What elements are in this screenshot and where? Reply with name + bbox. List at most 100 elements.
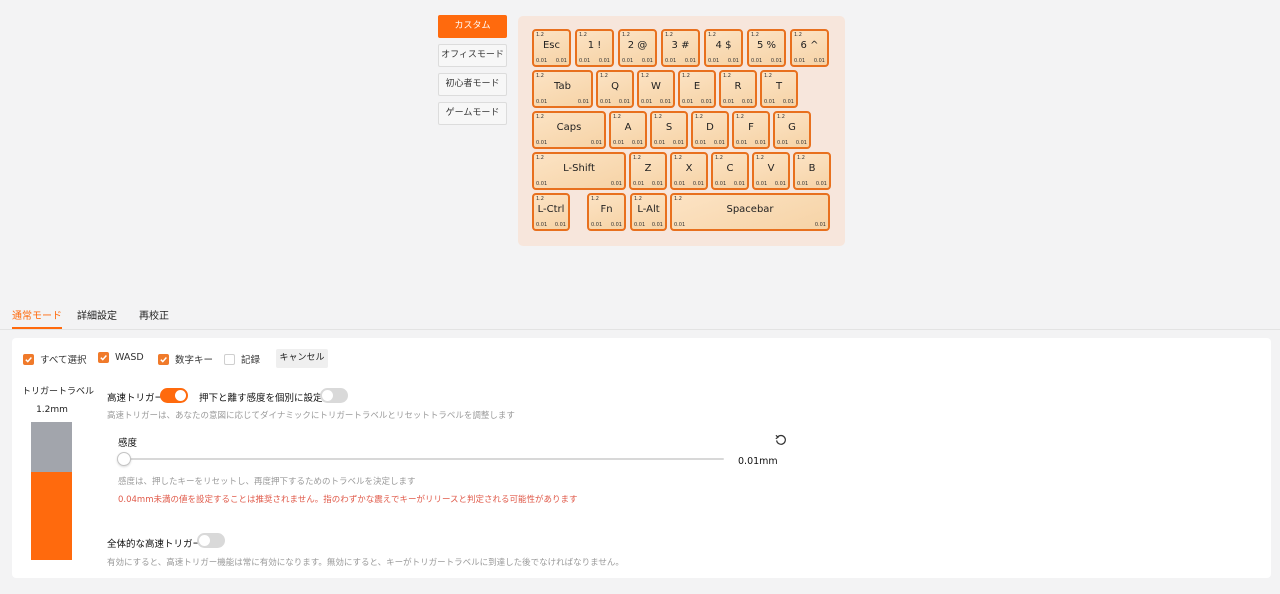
- sensitivity-slider-thumb[interactable]: [117, 452, 131, 466]
- key-6[interactable]: 1.2 6 ^ 0.01 0.01: [790, 29, 829, 67]
- key-release-sensitivity: 0.01: [754, 140, 766, 146]
- wasd-checkbox[interactable]: WASD: [98, 352, 144, 363]
- key-2[interactable]: 1.2 2 @ 0.01 0.01: [618, 29, 657, 67]
- key-label: 6 ^: [800, 40, 819, 51]
- key-release-sensitivity: 0.01: [684, 58, 696, 64]
- key-press-sensitivity: 0.01: [613, 140, 625, 146]
- key-label: Q: [611, 81, 619, 92]
- key-g[interactable]: 1.2 G 0.01 0.01: [773, 111, 811, 149]
- key-label: L-Alt: [637, 204, 660, 215]
- key-f[interactable]: 1.2 F 0.01 0.01: [732, 111, 770, 149]
- trigger-travel-value: 1.2mm: [36, 405, 68, 415]
- tab-recalibrate[interactable]: 再校正: [139, 307, 169, 327]
- key-3[interactable]: 1.2 3 # 0.01 0.01: [661, 29, 700, 67]
- tab-advanced-settings[interactable]: 詳細設定: [77, 307, 117, 327]
- key-release-sensitivity: 0.01: [610, 222, 622, 228]
- key-caps[interactable]: 1.2 Caps 0.01 0.01: [532, 111, 606, 149]
- key-press-sensitivity: 0.01: [536, 222, 548, 228]
- key-label: T: [775, 81, 783, 92]
- checkbox-checked-icon: [98, 352, 109, 363]
- key-w[interactable]: 1.2 W 0.01 0.01: [637, 70, 675, 108]
- key-trigger-value: 1.2: [736, 114, 744, 120]
- key-press-sensitivity: 0.01: [634, 222, 646, 228]
- key-e[interactable]: 1.2 E 0.01 0.01: [678, 70, 716, 108]
- key-trigger-value: 1.2: [756, 155, 764, 161]
- key-label: Caps: [556, 122, 582, 133]
- trigger-travel-bar[interactable]: [31, 422, 72, 560]
- mode-office-button[interactable]: オフィスモード: [438, 44, 507, 67]
- key-press-sensitivity: 0.01: [751, 58, 763, 64]
- key-esc[interactable]: 1.2 Esc 0.01 0.01: [532, 29, 571, 67]
- key-l-ctrl[interactable]: 1.2 L-Ctrl 0.01 0.01: [532, 193, 570, 231]
- tab-normal-mode[interactable]: 通常モード: [12, 307, 62, 329]
- key-release-sensitivity: 0.01: [651, 222, 663, 228]
- key-label: 4 $: [715, 40, 732, 51]
- key-trigger-value: 1.2: [654, 114, 662, 120]
- key-press-sensitivity: 0.01: [797, 181, 809, 187]
- key-l-shift[interactable]: 1.2 L-Shift 0.01 0.01: [532, 152, 626, 190]
- mode-beginner-button[interactable]: 初心者モード: [438, 73, 507, 96]
- key-trigger-value: 1.2: [794, 32, 802, 38]
- key-fn[interactable]: 1.2 Fn 0.01 0.01: [587, 193, 626, 231]
- separate-sensitivity-toggle[interactable]: [320, 388, 348, 403]
- key-trigger-value: 1.2: [633, 155, 641, 161]
- key-release-sensitivity: 0.01: [770, 58, 782, 64]
- key-d[interactable]: 1.2 D 0.01 0.01: [691, 111, 729, 149]
- key-v[interactable]: 1.2 V 0.01 0.01: [752, 152, 790, 190]
- key-trigger-value: 1.2: [536, 155, 544, 161]
- key-release-sensitivity: 0.01: [813, 58, 825, 64]
- key-c[interactable]: 1.2 C 0.01 0.01: [711, 152, 749, 190]
- key-release-sensitivity: 0.01: [672, 140, 684, 146]
- checkbox-checked-icon: [158, 353, 169, 365]
- record-checkbox[interactable]: 記録: [224, 352, 260, 366]
- key-x[interactable]: 1.2 X 0.01 0.01: [670, 152, 708, 190]
- key-trigger-value: 1.2: [674, 196, 682, 202]
- key-l-alt[interactable]: 1.2 L-Alt 0.01 0.01: [630, 193, 667, 231]
- global-rapid-trigger-description: 有効にすると、高速トリガー機能は常に有効になります。無効にすると、キーがトリガー…: [107, 558, 624, 568]
- key-label: S: [665, 122, 673, 133]
- reset-icon[interactable]: [774, 433, 788, 447]
- mode-game-button[interactable]: ゲームモード: [438, 102, 507, 125]
- key-release-sensitivity: 0.01: [774, 181, 786, 187]
- rapid-trigger-label: 高速トリガー: [107, 393, 165, 404]
- sensitivity-label: 感度: [118, 438, 138, 449]
- sensitivity-slider-track[interactable]: [124, 458, 724, 460]
- key-label: R: [734, 81, 742, 92]
- select-all-checkbox[interactable]: すべて選択: [23, 352, 86, 366]
- key-4[interactable]: 1.2 4 $ 0.01 0.01: [704, 29, 743, 67]
- key-release-sensitivity: 0.01: [733, 181, 745, 187]
- key-trigger-value: 1.2: [613, 114, 621, 120]
- key-trigger-value: 1.2: [641, 73, 649, 79]
- key-release-sensitivity: 0.01: [692, 181, 704, 187]
- key-a[interactable]: 1.2 A 0.01 0.01: [609, 111, 647, 149]
- sensitivity-warning: 0.04mm未満の値を設定することは推奨されません。指のわずかな震えでキーがリリ…: [118, 495, 578, 505]
- key-release-sensitivity: 0.01: [815, 181, 827, 187]
- key-release-sensitivity: 0.01: [814, 222, 826, 228]
- key-5[interactable]: 1.2 5 % 0.01 0.01: [747, 29, 786, 67]
- key-label: Z: [644, 163, 652, 174]
- key-tab[interactable]: 1.2 Tab 0.01 0.01: [532, 70, 593, 108]
- key-q[interactable]: 1.2 Q 0.01 0.01: [596, 70, 634, 108]
- tab-divider: [0, 329, 1280, 330]
- key-1[interactable]: 1.2 1 ! 0.01 0.01: [575, 29, 614, 67]
- cancel-button[interactable]: キャンセル: [276, 349, 328, 368]
- key-trigger-value: 1.2: [634, 196, 642, 202]
- key-trigger-value: 1.2: [682, 73, 690, 79]
- rapid-trigger-toggle[interactable]: [160, 388, 188, 403]
- key-release-sensitivity: 0.01: [659, 99, 671, 105]
- record-label: 記録: [241, 355, 261, 366]
- number-keys-checkbox[interactable]: 数字キー: [158, 352, 213, 366]
- key-r[interactable]: 1.2 R 0.01 0.01: [719, 70, 757, 108]
- key-t[interactable]: 1.2 T 0.01 0.01: [760, 70, 798, 108]
- key-z[interactable]: 1.2 Z 0.01 0.01: [629, 152, 667, 190]
- key-trigger-value: 1.2: [751, 32, 759, 38]
- key-press-sensitivity: 0.01: [695, 140, 707, 146]
- mode-custom-button[interactable]: カスタム: [438, 15, 507, 38]
- global-rapid-trigger-toggle[interactable]: [197, 533, 225, 548]
- rapid-trigger-description: 高速トリガーは、あなたの意図に応じてダイナミックにトリガートラベルとリセットトラ…: [107, 411, 515, 421]
- key-b[interactable]: 1.2 B 0.01 0.01: [793, 152, 831, 190]
- key-label: Fn: [600, 204, 613, 215]
- key-s[interactable]: 1.2 S 0.01 0.01: [650, 111, 688, 149]
- key-press-sensitivity: 0.01: [600, 99, 612, 105]
- key-spacebar[interactable]: 1.2 Spacebar 0.01 0.01: [670, 193, 830, 231]
